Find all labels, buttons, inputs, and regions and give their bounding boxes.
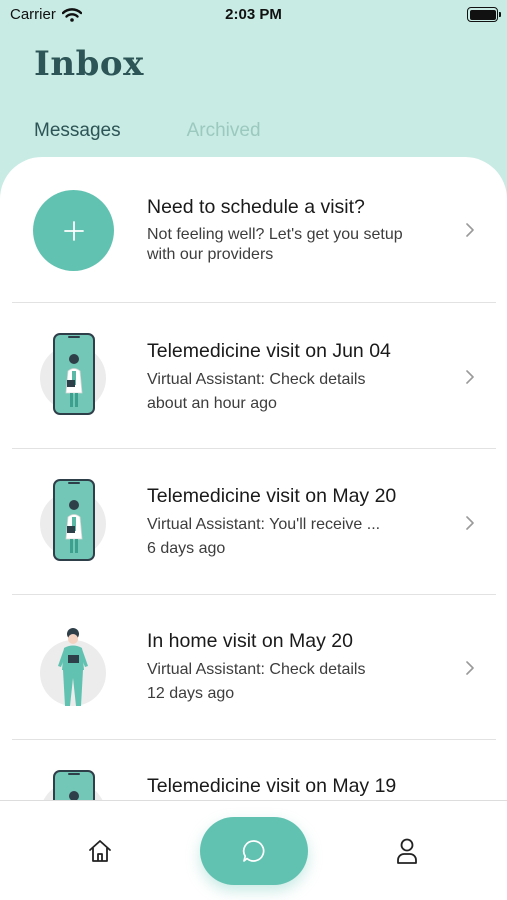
phone-doctor-icon <box>40 479 106 561</box>
chevron-right-icon <box>466 661 474 675</box>
schedule-visit-item[interactable]: Need to schedule a visit? Not feeling we… <box>12 157 496 303</box>
chevron-right-icon <box>466 370 474 384</box>
phone-doctor-icon <box>40 770 106 800</box>
chevron-right-icon <box>466 516 474 530</box>
list-item[interactable]: In home visit on May 20 Virtual Assistan… <box>12 594 496 740</box>
schedule-title: Need to schedule a visit? <box>147 196 365 218</box>
phone-doctor-icon <box>40 333 106 415</box>
battery-icon <box>467 7 501 22</box>
bottom-nav <box>0 800 507 900</box>
chat-icon <box>242 840 265 862</box>
tab-messages[interactable]: Messages <box>34 120 121 142</box>
list-item[interactable]: Telemedicine visit on May 19 <box>12 740 496 800</box>
tab-bar: Messages Archived <box>34 120 261 142</box>
add-visit-button[interactable] <box>33 190 114 271</box>
message-title: Telemedicine visit on May 19 <box>147 775 397 797</box>
nav-home-button[interactable] <box>88 839 112 868</box>
status-time: 2:03 PM <box>225 6 282 23</box>
inbox-card: Need to schedule a visit? Not feeling we… <box>0 157 507 800</box>
schedule-line1: Not feeling well? Let's get you setup <box>147 226 403 243</box>
status-bar: Carrier 2:03 PM <box>0 0 507 32</box>
message-preview: Virtual Assistant: Check details <box>147 661 366 678</box>
list-item[interactable]: Telemedicine visit on Jun 04 Virtual Ass… <box>12 303 496 449</box>
message-title: Telemedicine visit on May 20 <box>147 485 397 507</box>
chevron-right-icon <box>466 223 474 237</box>
home-icon <box>89 840 111 862</box>
schedule-line2: with our providers <box>147 246 274 263</box>
message-time: 6 days ago <box>147 540 226 557</box>
message-time: about an hour ago <box>147 395 277 412</box>
nav-chat-button[interactable] <box>200 817 308 885</box>
profile-icon <box>397 838 417 864</box>
tab-archived[interactable]: Archived <box>187 120 261 142</box>
list-item[interactable]: Telemedicine visit on May 20 Virtual Ass… <box>12 449 496 595</box>
message-time: 12 days ago <box>147 685 235 702</box>
message-title: In home visit on May 20 <box>147 630 353 652</box>
message-title: Telemedicine visit on Jun 04 <box>147 340 391 362</box>
message-preview: Virtual Assistant: You'll receive ... <box>147 516 381 533</box>
page-title: Inbox <box>34 44 144 84</box>
plus-icon <box>63 220 84 241</box>
nurse-icon <box>40 626 106 708</box>
nav-profile-button[interactable] <box>396 838 418 869</box>
message-preview: Virtual Assistant: Check details <box>147 371 366 388</box>
